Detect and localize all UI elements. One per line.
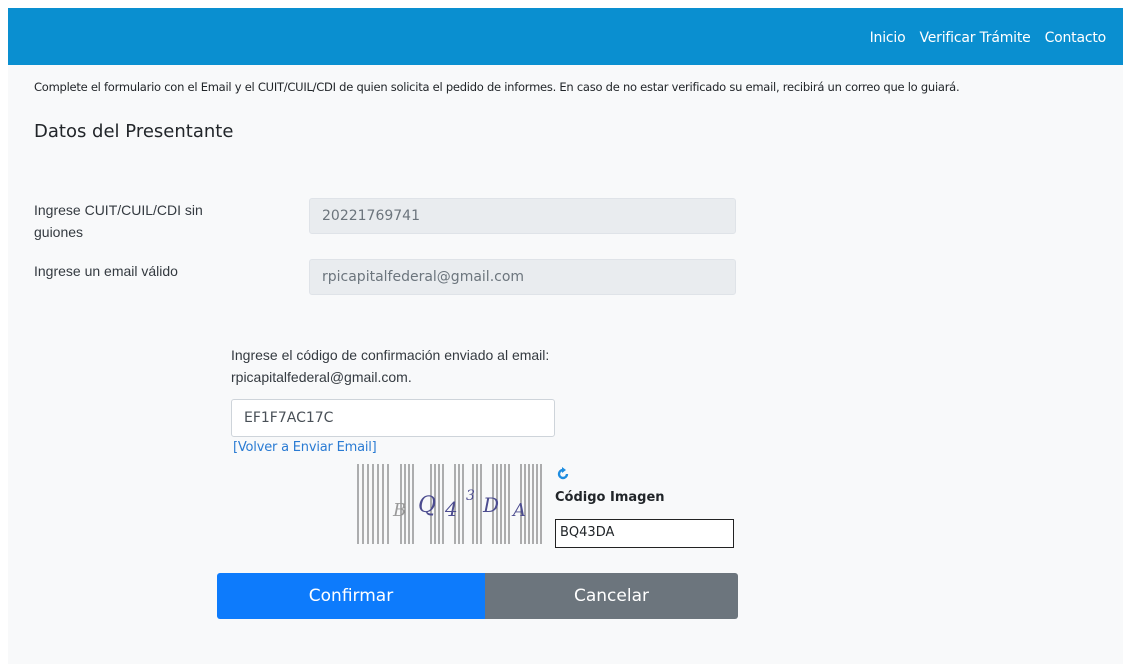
captcha-input[interactable]: BQ43DA bbox=[555, 519, 734, 548]
resend-email-link[interactable]: [Volver a Enviar Email] bbox=[233, 440, 377, 455]
captcha-label: Código Imagen bbox=[555, 490, 665, 505]
confirmation-code-input[interactable]: EF1F7AC17C bbox=[231, 399, 555, 437]
navbar: Inicio Verificar Trámite Contacto bbox=[8, 8, 1123, 65]
cuit-label: Ingrese CUIT/CUIL/CDI sin guiones bbox=[34, 202, 203, 240]
email-label: Ingrese un email válido bbox=[34, 263, 178, 279]
captcha-char-1: B bbox=[392, 500, 406, 521]
cuit-field[interactable]: 20221769741 bbox=[309, 198, 736, 234]
captcha-char-3: 4 bbox=[444, 497, 458, 521]
nav-link-contacto[interactable]: Contacto bbox=[1045, 30, 1107, 46]
main-content: Complete el formulario con el Email y el… bbox=[8, 65, 1123, 664]
nav-links: Inicio Verificar Trámite Contacto bbox=[870, 30, 1107, 46]
confirmation-code-label: Ingrese el código de confirmación enviad… bbox=[231, 347, 550, 385]
top-strip bbox=[0, 0, 1123, 8]
nav-link-inicio[interactable]: Inicio bbox=[870, 30, 906, 46]
intro-text: Complete el formulario con el Email y el… bbox=[34, 80, 960, 94]
nav-link-verificar-tramite[interactable]: Verificar Trámite bbox=[919, 30, 1030, 46]
captcha-char-2: Q bbox=[418, 493, 436, 518]
email-field[interactable]: rpicapitalfederal@gmail.com bbox=[309, 259, 736, 295]
captcha-char-6: A bbox=[511, 500, 526, 521]
confirm-button[interactable]: Confirmar bbox=[217, 573, 485, 619]
captcha-image: B Q 4 3 D A bbox=[357, 464, 542, 544]
section-title: Datos del Presentante bbox=[34, 121, 234, 142]
captcha-char-5: D bbox=[482, 493, 499, 517]
cancel-button[interactable]: Cancelar bbox=[485, 573, 738, 619]
captcha-char-4: 3 bbox=[466, 488, 475, 504]
refresh-icon[interactable] bbox=[556, 467, 570, 481]
